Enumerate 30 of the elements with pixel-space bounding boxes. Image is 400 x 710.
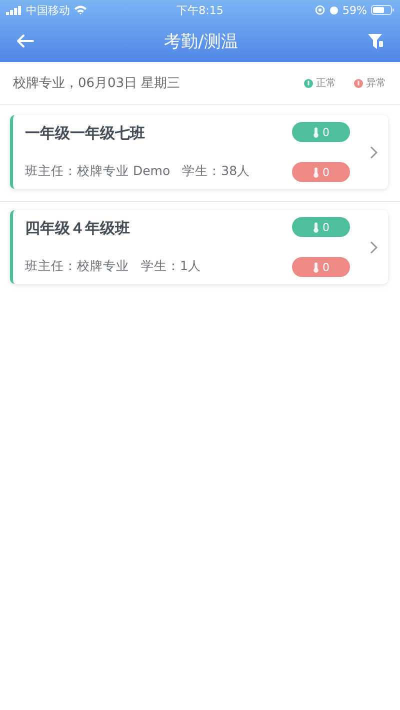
signal-icon [6,6,22,14]
chevron-right-icon [370,146,378,158]
legend-label: 异常 [366,76,386,90]
page-title: 考勤/测温 [164,30,238,52]
thermometer-icon [312,262,318,272]
thermometer-icon [312,126,318,138]
chevron-right-icon [370,240,378,254]
legend-label: 正常 [316,76,336,90]
carrier-name: 中国移动 [26,2,70,18]
student-count: 学生：1人 [141,258,201,275]
teacher-label: 班主任：校牌专业 [25,258,129,275]
student-count: 学生：38人 [182,163,250,180]
class-card[interactable]: 一年级一年级七班 班主任：校牌专业 Demo 学生：38人 0 0 [10,115,388,189]
class-name: 四年级４年级班 [25,219,131,238]
battery-icon [370,5,394,15]
normal-count-pill: 0 [292,122,350,142]
wifi-icon [74,5,87,15]
filter-icon [368,34,384,48]
status-time: 下午8:15 [176,2,224,18]
back-arrow-icon [16,34,34,48]
abnormal-count-pill: 0 [292,162,350,182]
class-name: 一年级一年级七班 [25,124,146,143]
battery-percent: 59% [342,4,367,16]
abnormal-count-pill: 0 [292,257,350,277]
thermometer-icon [312,222,318,232]
thermometer-icon [312,166,318,178]
normal-count-pill: 0 [292,217,350,237]
teacher-label: 班主任：校牌专业 Demo [25,163,170,180]
date-summary: 校牌专业，06月03日 星期三 [13,75,180,92]
class-card[interactable]: 四年级４年级班 班主任：校牌专业 学生：1人 0 0 [10,210,388,284]
